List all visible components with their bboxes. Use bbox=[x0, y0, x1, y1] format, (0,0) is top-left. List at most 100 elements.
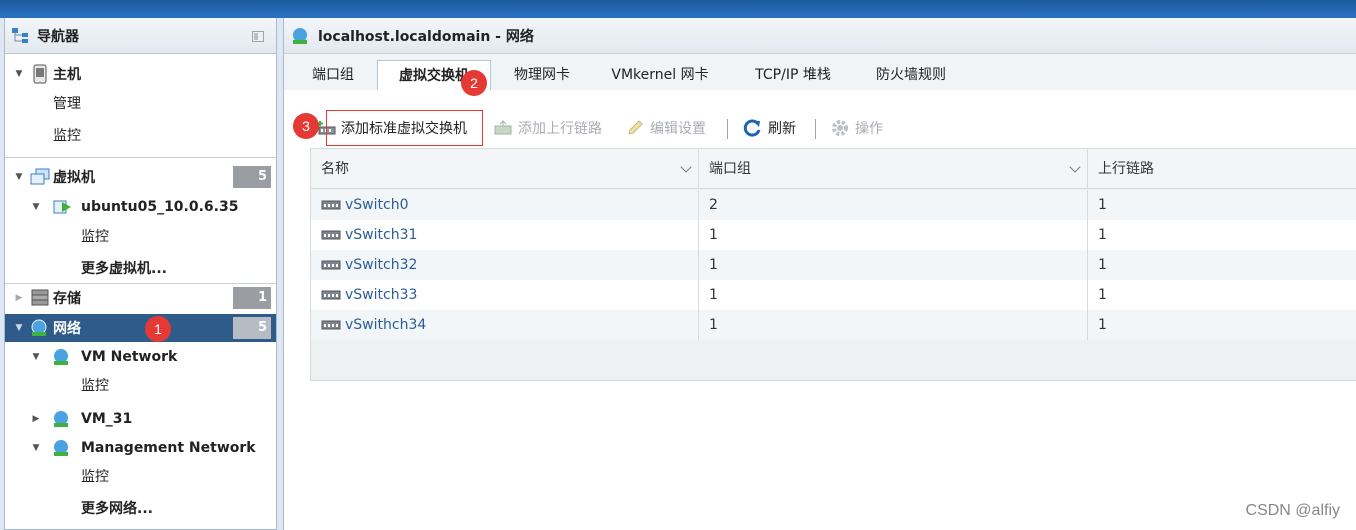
nav-mgmt-network-monitor-label: 监控 bbox=[81, 469, 109, 485]
expanded-arrow-icon[interactable]: ▼ bbox=[14, 172, 24, 182]
step-marker-2: 2 bbox=[461, 70, 487, 96]
nav-host-monitor-label: 监控 bbox=[53, 128, 81, 144]
nav-host-manage-label: 管理 bbox=[53, 96, 81, 112]
navigator-icon bbox=[12, 27, 28, 43]
switch-icon bbox=[321, 260, 341, 270]
nav-vm-network-monitor[interactable]: 监控 bbox=[5, 371, 276, 399]
nav-network-label: 网络 bbox=[53, 321, 81, 337]
storage-icon bbox=[31, 289, 49, 306]
column-header-uplinks-label: 上行链路 bbox=[1098, 161, 1154, 177]
switch-name[interactable]: vSwitch0 bbox=[345, 190, 408, 220]
uplink-count-cell: 1 bbox=[1098, 287, 1107, 303]
switch-name-cell: vSwitch0 bbox=[311, 190, 699, 220]
expanded-arrow-icon[interactable]: ▼ bbox=[31, 443, 41, 453]
uplink-count-cell: 1 bbox=[1098, 197, 1107, 213]
portgroup-count-cell: 1 bbox=[699, 310, 1088, 340]
portgroup-count-cell: 1 bbox=[699, 280, 1088, 310]
pencil-icon bbox=[628, 120, 643, 135]
nav-network[interactable]: ▼ 网络 5 bbox=[5, 314, 276, 342]
nav-more-networks[interactable]: 更多网络... bbox=[5, 494, 276, 522]
main-header: localhost.localdomain - 网络 bbox=[284, 18, 1356, 54]
column-header-uplinks[interactable]: 上行链路 bbox=[1088, 149, 1356, 189]
refresh-button[interactable]: 刷新 bbox=[743, 110, 796, 146]
nav-host-monitor[interactable]: 监控 bbox=[5, 121, 276, 149]
column-header-name[interactable]: 名称 bbox=[311, 149, 699, 189]
watermark: CSDN @alfiy bbox=[1245, 502, 1340, 519]
tab-physical-nics[interactable]: 物理网卡 bbox=[500, 60, 584, 90]
nav-vms[interactable]: ▼ 虚拟机 5 bbox=[5, 163, 276, 191]
table-row[interactable]: vSwitch33 1 1 bbox=[311, 280, 1356, 310]
table-row[interactable]: vSwithch34 1 1 bbox=[311, 310, 1356, 340]
collapse-icon[interactable] bbox=[252, 31, 264, 42]
vm-icon bbox=[30, 168, 50, 185]
table-row[interactable]: vSwitch31 1 1 bbox=[311, 220, 1356, 250]
column-header-name-label: 名称 bbox=[321, 161, 349, 177]
nav-more-vms[interactable]: 更多虚拟机... bbox=[5, 254, 276, 282]
vm-count-badge: 5 bbox=[233, 166, 271, 188]
toolbar-separator bbox=[815, 119, 816, 139]
expanded-arrow-icon[interactable]: ▼ bbox=[14, 69, 24, 79]
top-banner bbox=[0, 0, 1356, 18]
vm-running-icon bbox=[53, 200, 71, 214]
chevron-down-icon[interactable] bbox=[1069, 161, 1081, 173]
tab-firewall-rules[interactable]: 防火墙规则 bbox=[862, 60, 960, 90]
collapsed-arrow-icon[interactable]: ▶ bbox=[14, 293, 24, 303]
nav-storage[interactable]: ▶ 存储 1 bbox=[5, 284, 276, 312]
table-row[interactable]: vSwitch32 1 1 bbox=[311, 250, 1356, 280]
switch-name[interactable]: vSwithch34 bbox=[345, 310, 426, 340]
refresh-icon bbox=[743, 119, 761, 137]
step-marker-1: 1 bbox=[145, 316, 171, 342]
table-row[interactable]: vSwitch0 2 1 bbox=[311, 190, 1356, 220]
storage-count-badge: 1 bbox=[233, 287, 271, 309]
step-marker-3: 3 bbox=[293, 113, 319, 139]
switch-name[interactable]: vSwitch32 bbox=[345, 250, 417, 280]
navigator-panel: 导航器 ▼ 主机 管理 监控 ▼ 虚拟机 5 ▼ ubuntu05_10.0.6… bbox=[4, 18, 277, 530]
nav-vm-monitor[interactable]: 监控 bbox=[5, 222, 276, 250]
network-icon bbox=[54, 349, 68, 365]
nav-more-vms-label: 更多虚拟机... bbox=[81, 261, 167, 277]
navigator-title: 导航器 bbox=[37, 28, 79, 45]
nav-host[interactable]: ▼ 主机 bbox=[5, 60, 276, 88]
nav-vm-monitor-label: 监控 bbox=[81, 229, 109, 245]
divider bbox=[5, 157, 276, 158]
column-header-portgroups[interactable]: 端口组 bbox=[699, 149, 1088, 189]
nav-mgmt-network-label: Management Network bbox=[81, 440, 256, 456]
nav-vm-network-label: VM Network bbox=[81, 349, 178, 365]
switch-name-cell: vSwitch32 bbox=[311, 250, 699, 280]
nav-vm-network[interactable]: ▼ VM Network bbox=[5, 343, 276, 371]
network-icon bbox=[54, 440, 68, 456]
switch-icon bbox=[321, 200, 341, 210]
edit-settings-button[interactable]: 编辑设置 bbox=[626, 110, 706, 146]
collapsed-arrow-icon[interactable]: ▶ bbox=[31, 414, 41, 424]
nav-vm-label: ubuntu05_10.0.6.35 bbox=[81, 199, 239, 215]
nav-vm31[interactable]: ▶ VM_31 bbox=[5, 405, 276, 433]
navigator-header: 导航器 bbox=[5, 18, 276, 54]
table-header: 名称 端口组 上行链路 bbox=[311, 149, 1356, 189]
nav-vm-ubuntu[interactable]: ▼ ubuntu05_10.0.6.35 bbox=[5, 193, 276, 221]
switch-name-cell: vSwitch33 bbox=[311, 280, 699, 310]
switch-icon bbox=[321, 230, 341, 240]
nav-host-manage[interactable]: 管理 bbox=[5, 89, 276, 117]
expanded-arrow-icon[interactable]: ▼ bbox=[31, 352, 41, 362]
add-uplink-button[interactable]: 添加上行链路 bbox=[494, 110, 602, 146]
switch-name[interactable]: vSwitch33 bbox=[345, 280, 417, 310]
expanded-arrow-icon[interactable]: ▼ bbox=[14, 323, 24, 333]
actions-button[interactable]: 操作 bbox=[830, 110, 883, 146]
tab-tcpip-stacks[interactable]: TCP/IP 堆栈 bbox=[740, 60, 846, 90]
edit-settings-label: 编辑设置 bbox=[650, 121, 706, 137]
toolbar-separator bbox=[727, 119, 728, 139]
chevron-down-icon[interactable] bbox=[680, 161, 692, 173]
nav-vm-network-monitor-label: 监控 bbox=[81, 378, 109, 394]
switch-name[interactable]: vSwitch31 bbox=[345, 220, 417, 250]
tab-vmkernel-nics[interactable]: VMkernel 网卡 bbox=[598, 60, 722, 90]
add-standard-switch-button[interactable]: 添加标准虚拟交换机 bbox=[326, 110, 483, 146]
nav-vm31-label: VM_31 bbox=[81, 411, 133, 427]
gear-icon bbox=[832, 120, 848, 136]
toolbar: 添加标准虚拟交换机 添加上行链路 编辑设置 刷新 操作 bbox=[284, 110, 1356, 146]
nav-mgmt-network-monitor[interactable]: 监控 bbox=[5, 462, 276, 490]
expanded-arrow-icon[interactable]: ▼ bbox=[31, 202, 41, 212]
nav-mgmt-network[interactable]: ▼ Management Network bbox=[5, 434, 276, 462]
tab-port-groups[interactable]: 端口组 bbox=[298, 60, 368, 90]
portgroup-count-cell: 1 bbox=[699, 250, 1088, 280]
virtual-switch-table: 名称 端口组 上行链路 vSwitch0 2 1 vSwitch31 1 1 vSwitch… bbox=[310, 148, 1356, 381]
